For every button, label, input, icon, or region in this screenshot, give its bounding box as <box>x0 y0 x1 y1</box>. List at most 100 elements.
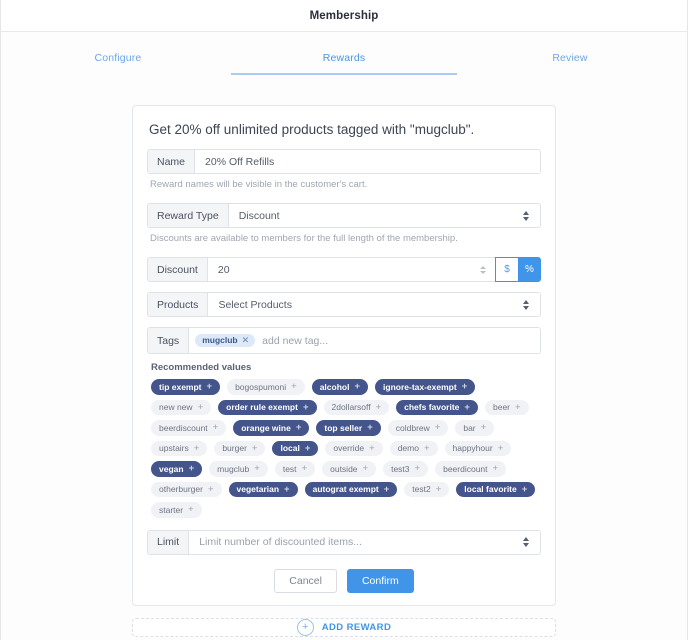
recommended-chip[interactable]: demo + <box>389 440 438 456</box>
plus-icon[interactable]: + <box>188 505 194 515</box>
recommended-chip[interactable]: chefs favorite + <box>396 399 478 415</box>
recommended-chip[interactable]: bogospumoni + <box>227 379 305 395</box>
close-icon[interactable]: ✕ <box>242 336 250 345</box>
recommended-chip[interactable]: coldbrew + <box>387 420 449 436</box>
recommended-chip[interactable]: vegetarian + <box>228 481 298 497</box>
plus-icon[interactable]: + <box>207 382 213 392</box>
plus-icon[interactable]: + <box>464 402 470 413</box>
recommended-chip[interactable]: alcohol + <box>311 379 369 395</box>
plus-icon[interactable]: + <box>252 443 258 454</box>
recommended-chip[interactable]: order rule exempt + <box>218 399 317 415</box>
recommended-chip[interactable]: otherburger + <box>151 481 222 497</box>
plus-icon[interactable]: + <box>369 443 375 454</box>
recommended-chip[interactable]: local + <box>272 440 319 456</box>
recommended-chip-label: test <box>282 463 297 474</box>
unit-percent-button[interactable]: % <box>518 257 541 282</box>
recommended-chip[interactable]: outside + <box>322 461 377 477</box>
chevron-updown-icon[interactable] <box>518 204 534 227</box>
recommended-chip[interactable]: upstairs + <box>151 440 208 456</box>
tab-review[interactable]: Review <box>457 52 683 75</box>
plus-icon[interactable]: + <box>296 423 302 433</box>
tags-field-row[interactable]: Tags mugclub ✕ add new tag... <box>147 327 541 354</box>
recommended-chip[interactable]: starter + <box>151 502 202 518</box>
plus-icon[interactable]: + <box>481 423 487 433</box>
recommended-chip[interactable]: burger + <box>214 440 266 456</box>
plus-icon[interactable]: + <box>462 382 468 392</box>
plus-icon[interactable]: + <box>493 464 499 474</box>
plus-icon[interactable]: + <box>354 382 360 392</box>
plus-icon[interactable]: + <box>515 402 521 413</box>
plus-icon[interactable]: + <box>254 464 260 474</box>
discount-field-group: Discount 20 $ % <box>147 257 541 282</box>
reward-type-field-row[interactable]: Reward Type Discount <box>147 203 541 228</box>
plus-icon[interactable]: + <box>424 443 430 454</box>
plus-icon[interactable]: + <box>305 443 311 454</box>
recommended-chip[interactable]: tip exempt + <box>151 379 221 395</box>
add-reward-label: ADD REWARD <box>321 622 392 634</box>
recommended-chip[interactable]: test + <box>274 461 316 477</box>
plus-icon[interactable]: + <box>291 382 297 392</box>
recommended-chip[interactable]: orange wine + <box>233 420 310 436</box>
plus-icon[interactable]: + <box>522 484 528 495</box>
recommended-chip-label: mugclub <box>217 463 250 474</box>
recommended-chip-label: bogospumoni <box>235 381 287 392</box>
recommended-chip[interactable]: beerdicount + <box>435 461 507 477</box>
name-field-row[interactable]: Name 20% Off Refills <box>147 149 541 174</box>
products-select[interactable]: Select Products <box>208 293 518 316</box>
recommended-chip[interactable]: autograt exempt + <box>304 481 398 497</box>
recommended-chip[interactable]: ignore-tax-exempt + <box>375 379 476 395</box>
plus-icon[interactable]: + <box>208 484 214 495</box>
recommended-chip-label: local <box>280 443 300 453</box>
discount-unit-toggle: $ % <box>495 257 541 282</box>
plus-icon[interactable]: + <box>363 464 369 474</box>
plus-icon[interactable]: + <box>213 423 219 433</box>
recommended-chip[interactable]: top seller + <box>316 420 381 436</box>
recommended-chip[interactable]: test3 + <box>383 461 429 477</box>
plus-icon[interactable]: + <box>415 464 421 474</box>
recommended-chip[interactable]: vegan + <box>151 461 203 477</box>
confirm-button[interactable]: Confirm <box>346 568 414 594</box>
recommended-chip[interactable]: local favorite + <box>456 481 536 497</box>
chevron-updown-icon[interactable] <box>518 531 534 554</box>
plus-icon[interactable]: + <box>435 423 441 433</box>
recommended-chip[interactable]: mugclub + <box>209 461 268 477</box>
name-input[interactable]: 20% Off Refills <box>195 150 540 173</box>
tag-pill-mugclub[interactable]: mugclub ✕ <box>195 334 256 347</box>
plus-icon[interactable]: + <box>376 402 382 413</box>
recommended-chip[interactable]: new new + <box>151 399 212 415</box>
plus-icon[interactable]: + <box>189 464 195 474</box>
plus-icon[interactable]: + <box>384 484 390 495</box>
reward-type-select[interactable]: Discount <box>228 204 518 227</box>
tab-configure[interactable]: Configure <box>5 52 231 75</box>
recommended-chip[interactable]: beerdiscount + <box>151 420 227 436</box>
limit-select[interactable]: Limit number of discounted items... <box>189 530 518 554</box>
recommended-chip[interactable]: beer + <box>484 399 529 415</box>
plus-icon[interactable]: + <box>498 443 504 454</box>
plus-icon[interactable]: + <box>436 484 442 495</box>
limit-field-row[interactable]: Limit Limit number of discounted items..… <box>147 529 541 555</box>
recommended-chip[interactable]: override + <box>325 440 383 456</box>
tags-input[interactable]: mugclub ✕ add new tag... <box>189 328 540 353</box>
unit-dollar-button[interactable]: $ <box>495 257 518 282</box>
plus-icon[interactable]: + <box>302 464 308 474</box>
discount-field-row[interactable]: Discount 20 <box>147 257 495 282</box>
plus-icon[interactable]: + <box>367 423 373 433</box>
reward-type-label: Reward Type <box>148 204 229 227</box>
chevron-updown-icon[interactable] <box>518 293 534 316</box>
discount-stepper-icon[interactable] <box>475 258 491 281</box>
recommended-chip-label: coldbrew <box>395 422 430 433</box>
add-reward-button[interactable]: + ADD REWARD <box>132 618 556 638</box>
tab-rewards[interactable]: Rewards <box>231 52 457 75</box>
plus-icon[interactable]: + <box>198 402 204 413</box>
recommended-chip[interactable]: happyhour + <box>444 440 512 456</box>
recommended-chip[interactable]: test2 + <box>404 481 450 497</box>
plus-icon[interactable]: + <box>194 443 200 454</box>
tab-review-label: Review <box>552 52 588 64</box>
recommended-chip[interactable]: bar + <box>455 420 495 436</box>
discount-input[interactable]: 20 <box>207 258 475 281</box>
cancel-button[interactable]: Cancel <box>274 568 337 594</box>
recommended-chip[interactable]: 2dollarsoff + <box>323 399 390 415</box>
plus-icon[interactable]: + <box>303 402 309 413</box>
plus-icon[interactable]: + <box>284 484 290 495</box>
products-field-row[interactable]: Products Select Products <box>147 292 541 317</box>
